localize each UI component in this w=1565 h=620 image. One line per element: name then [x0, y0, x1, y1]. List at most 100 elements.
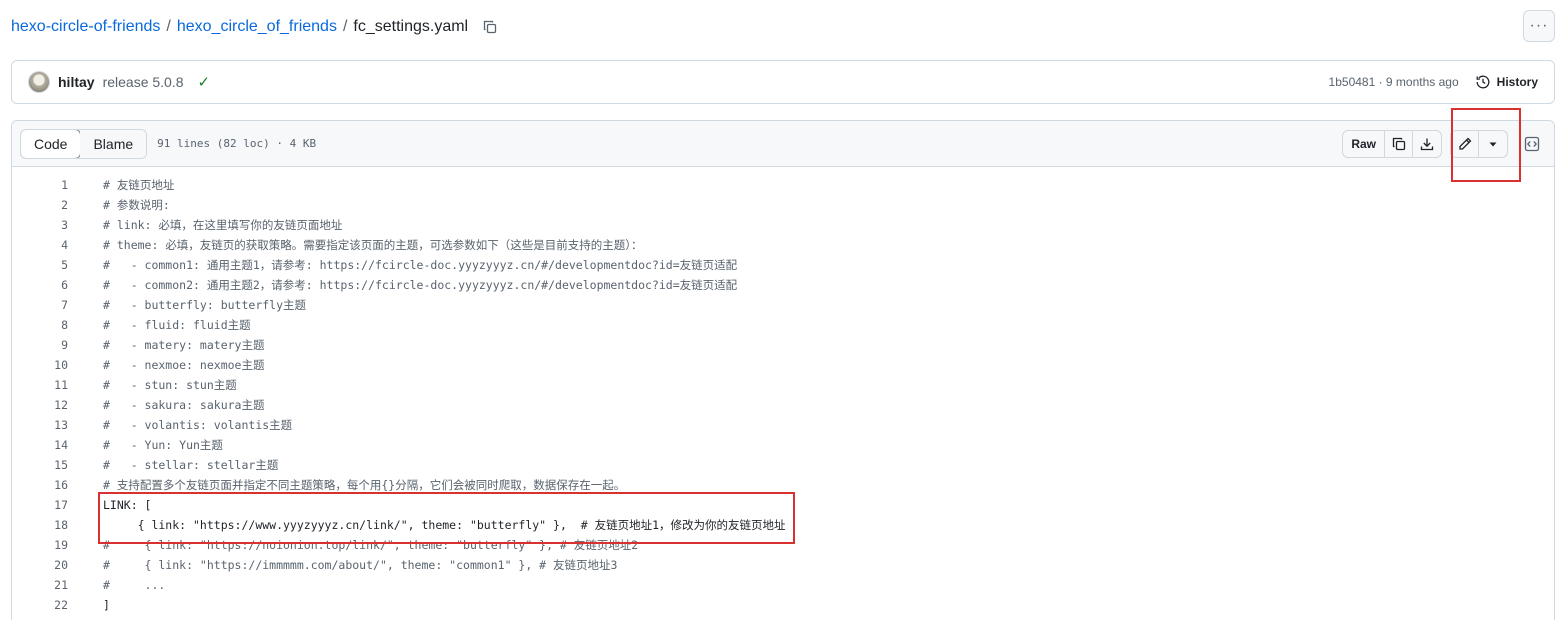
line-number[interactable]: 16 — [12, 478, 68, 492]
copy-icon — [1392, 137, 1405, 150]
code-line: 5 # - common1: 通用主题1，请参考: https://fcircle… — [12, 255, 1554, 275]
line-content: LINK: [ — [103, 498, 152, 512]
code-line: 16 # 支持配置多个友链页面并指定不同主题策略，每个用{}分隔，它们会被同时爬取… — [12, 475, 1554, 495]
line-content: # theme: 必填，友链页的获取策略。需要指定该页面的主题，可选参数如下（这… — [103, 238, 643, 252]
line-content: # 支持配置多个友链页面并指定不同主题策略，每个用{}分隔，它们会被同时爬取，数… — [103, 478, 626, 492]
line-content: # { link: "https://noionion.top/link/", … — [103, 538, 639, 552]
latest-commit-bar: hiltay release 5.0.8 ✓ 1b50481 · 9 month… — [11, 60, 1555, 104]
code-square-icon — [1524, 136, 1540, 151]
code-line: 20 # { link: "https://immmmm.com/about/",… — [12, 555, 1554, 575]
line-number[interactable]: 18 — [12, 518, 68, 532]
line-number[interactable]: 17 — [12, 498, 68, 512]
code-line: 8 # - fluid: fluid主题 — [12, 315, 1554, 335]
line-number[interactable]: 21 — [12, 578, 68, 592]
line-number[interactable]: 1 — [12, 178, 68, 192]
line-number[interactable]: 19 — [12, 538, 68, 552]
line-content: # 友链页地址 — [103, 178, 175, 192]
code-line: 13 # - volantis: volantis主题 — [12, 415, 1554, 435]
line-number[interactable]: 22 — [12, 598, 68, 612]
line-number[interactable]: 3 — [12, 218, 68, 232]
line-content: # - common2: 通用主题2，请参考: https://fcircle-… — [103, 278, 738, 292]
code-line: 15 # - stellar: stellar主题 — [12, 455, 1554, 475]
code-line: 7 # - butterfly: butterfly主题 — [12, 295, 1554, 315]
code-line: 3 # link: 必填，在这里填写你的友链页面地址 — [12, 215, 1554, 235]
pencil-icon — [1458, 137, 1471, 150]
code-line: 19 # { link: "https://noionion.top/link/"… — [12, 535, 1554, 555]
line-number[interactable]: 11 — [12, 378, 68, 392]
line-content: # - common1: 通用主题1，请参考: https://fcircle-… — [103, 258, 738, 272]
code-line: 22] — [12, 595, 1554, 615]
code-line: 11 # - stun: stun主题 — [12, 375, 1554, 395]
line-content: # - stun: stun主题 — [103, 378, 237, 392]
tab-blame[interactable]: Blame — [80, 129, 147, 158]
commit-meta: 1b50481 · 9 months ago History — [1329, 74, 1538, 90]
line-content: # - volantis: volantis主题 — [103, 418, 293, 432]
commit-message[interactable]: release 5.0.8 — [103, 74, 184, 90]
line-number[interactable]: 4 — [12, 238, 68, 252]
copy-path-icon[interactable] — [480, 17, 500, 37]
code-line: 4 # theme: 必填，友链页的获取策略。需要指定该页面的主题，可选参数如下（… — [12, 235, 1554, 255]
line-number[interactable]: 9 — [12, 338, 68, 352]
download-icon — [1420, 138, 1434, 150]
breadcrumb-repo-link[interactable]: hexo_circle_of_friends — [177, 18, 337, 36]
code-line: 1 # 友链页地址 — [12, 175, 1554, 195]
history-icon — [1476, 75, 1490, 89]
line-number[interactable]: 10 — [12, 358, 68, 372]
line-content: # link: 必填，在这里填写你的友链页面地址 — [103, 218, 343, 232]
history-label: History — [1496, 75, 1538, 89]
breadcrumb: hexo-circle-of-friends / hexo_circle_of_… — [11, 14, 500, 40]
code-line: 21 # ... — [12, 575, 1554, 595]
line-number[interactable]: 6 — [12, 278, 68, 292]
edit-dropdown-button[interactable] — [1479, 131, 1507, 157]
code-line: 9 # - matery: matery主题 — [12, 335, 1554, 355]
check-icon[interactable]: ✓ — [198, 73, 211, 91]
line-number[interactable]: 12 — [12, 398, 68, 412]
line-content: # 参数说明: — [103, 198, 170, 212]
breadcrumb-separator: / — [166, 18, 171, 35]
symbols-panel-button[interactable] — [1518, 130, 1546, 158]
download-button[interactable] — [1413, 131, 1441, 157]
line-content: # - sakura: sakura主题 — [103, 398, 265, 412]
code-line: 18 { link: "https://www.yyyzyyyz.cn/link… — [12, 515, 1554, 535]
more-options-button[interactable]: ··· — [1523, 10, 1555, 42]
line-number[interactable]: 13 — [12, 418, 68, 432]
edit-file-button[interactable] — [1451, 130, 1479, 157]
avatar[interactable] — [28, 71, 50, 93]
line-content: # - Yun: Yun主题 — [103, 438, 223, 452]
code-line: 2 # 参数说明: — [12, 195, 1554, 215]
breadcrumb-owner-link[interactable]: hexo-circle-of-friends — [11, 18, 160, 36]
history-button[interactable]: History — [1475, 74, 1538, 90]
line-content: # - matery: matery主题 — [103, 338, 265, 352]
commit-hash-time[interactable]: 1b50481 · 9 months ago — [1329, 75, 1459, 89]
line-number[interactable]: 5 — [12, 258, 68, 272]
code-line: 12 # - sakura: sakura主题 — [12, 395, 1554, 415]
copy-raw-button[interactable] — [1385, 130, 1413, 157]
line-content: # - nexmoe: nexmoe主题 — [103, 358, 265, 372]
line-number[interactable]: 2 — [12, 198, 68, 212]
raw-actions-group: Raw — [1342, 129, 1442, 158]
code-view: 1 # 友链页地址 2 # 参数说明: 3 # link: 必填，在这里填写你的友链页面地… — [12, 167, 1554, 615]
edit-actions-group — [1450, 129, 1508, 158]
chevron-down-icon — [1489, 142, 1497, 146]
view-mode-toggle: Code Blame — [20, 128, 148, 159]
line-number[interactable]: 20 — [12, 558, 68, 572]
file-viewer: Code Blame 91 lines (82 loc) · 4 KB Raw — [11, 120, 1555, 620]
breadcrumb-file-name: fc_settings.yaml — [353, 18, 469, 35]
line-content: { link: "https://www.yyyzyyyz.cn/link/",… — [103, 518, 786, 532]
tab-code[interactable]: Code — [21, 129, 82, 158]
line-content: # ... — [103, 578, 166, 592]
code-line: 6 # - common2: 通用主题2，请参考: https://fcircle… — [12, 275, 1554, 295]
file-info: 91 lines (82 loc) · 4 KB — [157, 137, 317, 150]
raw-button[interactable]: Raw — [1343, 130, 1385, 157]
line-number[interactable]: 14 — [12, 438, 68, 452]
line-number[interactable]: 8 — [12, 318, 68, 332]
code-line: 17 LINK: [ — [12, 495, 1554, 515]
breadcrumb-separator: / — [342, 18, 348, 35]
commit-author[interactable]: hiltay — [58, 74, 95, 90]
line-number[interactable]: 7 — [12, 298, 68, 312]
code-line: 10 # - nexmoe: nexmoe主题 — [12, 355, 1554, 375]
file-actions: Raw — [1342, 129, 1546, 158]
line-content: # - fluid: fluid主题 — [103, 318, 251, 332]
line-number[interactable]: 15 — [12, 458, 68, 472]
line-content: # - butterfly: butterfly主题 — [103, 298, 307, 312]
